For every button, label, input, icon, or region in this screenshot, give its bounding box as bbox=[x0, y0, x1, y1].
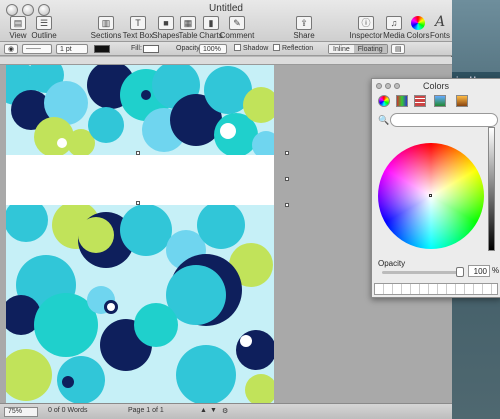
wrap-segmented-control: Inline Floating bbox=[328, 44, 388, 54]
share-icon: ⇪ bbox=[296, 16, 312, 30]
opacity-label: Opacity bbox=[176, 45, 200, 52]
stroke-width-popup[interactable]: 1 pt bbox=[56, 44, 88, 54]
fonts-icon: A bbox=[434, 14, 446, 30]
comment-label: Comment bbox=[219, 31, 255, 40]
fill-color-well[interactable] bbox=[143, 45, 159, 53]
fonts-label: Fonts bbox=[429, 31, 450, 40]
window-title: Untitled bbox=[209, 3, 243, 14]
comment-button[interactable]: ✎ Comment bbox=[219, 16, 255, 40]
line-style-popup[interactable]: ─── bbox=[22, 44, 52, 54]
opacity-percent: % bbox=[492, 266, 500, 275]
sections-label: Sections bbox=[90, 31, 122, 40]
color-palettes-tab-icon[interactable] bbox=[414, 95, 426, 107]
view-label: View bbox=[9, 31, 27, 40]
empty-band bbox=[6, 155, 274, 205]
ruler bbox=[0, 57, 452, 65]
format-bar: ◉ ─── 1 pt Fill: Opacity 100% Shadow Ref… bbox=[0, 42, 452, 56]
fill-label: Fill: bbox=[131, 45, 142, 52]
page-up-button[interactable]: ▲ bbox=[200, 407, 207, 414]
reflection-check bbox=[273, 44, 280, 51]
page-down-button[interactable]: ▼ bbox=[210, 407, 217, 414]
image-palettes-tab-icon[interactable] bbox=[434, 95, 446, 107]
document-page[interactable] bbox=[6, 65, 274, 403]
outline-label: Outline bbox=[31, 31, 57, 40]
comment-icon: ✎ bbox=[229, 16, 245, 30]
shadow-checkbox[interactable]: Shadow bbox=[234, 44, 268, 54]
opacity-input[interactable]: 100 bbox=[468, 265, 490, 277]
styles-popup[interactable]: ◉ bbox=[4, 44, 18, 54]
floral-image-top[interactable] bbox=[6, 65, 274, 155]
text-box-icon: T bbox=[130, 16, 146, 30]
page-indicator: Page 1 of 1 bbox=[128, 407, 164, 414]
reflection-checkbox[interactable]: Reflection bbox=[273, 44, 313, 54]
opacity-label: Opacity bbox=[378, 259, 406, 268]
brightness-slider[interactable] bbox=[488, 127, 495, 251]
selection-handle-right-top[interactable] bbox=[285, 151, 289, 155]
color-wheel-cursor[interactable] bbox=[429, 194, 432, 197]
status-bar: 75% 0 of 0 Words Page 1 of 1 ▲ ▼ ⚙ bbox=[0, 403, 452, 419]
wrap-options-button[interactable]: ▤ bbox=[391, 44, 405, 54]
word-count: 0 of 0 Words bbox=[48, 407, 88, 414]
colors-panel-title: Colors bbox=[422, 81, 449, 91]
zoom-popup[interactable]: 75% bbox=[4, 407, 38, 417]
outline-button[interactable]: ☰ Outline bbox=[26, 16, 62, 40]
fonts-button[interactable]: A Fonts bbox=[422, 14, 458, 40]
view-icon: ▤ bbox=[10, 16, 26, 30]
floral-image-bottom[interactable] bbox=[6, 205, 274, 403]
sections-button[interactable]: ▥ Sections bbox=[88, 16, 124, 40]
selection-handle-top[interactable] bbox=[136, 151, 140, 155]
selection-handle-middle[interactable] bbox=[136, 201, 140, 205]
outline-icon: ☰ bbox=[36, 16, 52, 30]
crayons-tab-icon[interactable] bbox=[456, 95, 468, 107]
sections-icon: ▥ bbox=[98, 16, 114, 30]
opacity-field[interactable]: 100% bbox=[199, 44, 227, 54]
reflection-label: Reflection bbox=[282, 45, 314, 52]
colors-panel: Colors 🔍 Opacity 100 % bbox=[371, 78, 500, 298]
charts-icon: ▮ bbox=[203, 16, 219, 30]
color-swatches[interactable] bbox=[374, 283, 498, 295]
selection-handle-right-bottom[interactable] bbox=[285, 203, 289, 207]
inline-segment[interactable]: Inline bbox=[329, 45, 354, 53]
share-label: Share bbox=[293, 31, 315, 40]
share-button[interactable]: ⇪ Share bbox=[286, 16, 322, 40]
stroke-color-well[interactable] bbox=[94, 45, 110, 53]
floating-segment[interactable]: Floating bbox=[353, 45, 387, 53]
title-toolbar: Untitled ▤ View ☰ Outline ▥ Sections T Text … bbox=[0, 0, 452, 42]
color-wheel[interactable] bbox=[378, 143, 484, 249]
opacity-slider-track[interactable] bbox=[382, 271, 462, 274]
color-search-input[interactable] bbox=[390, 113, 498, 127]
inspector-icon: ⓘ bbox=[358, 16, 374, 30]
opacity-slider-knob[interactable] bbox=[456, 267, 464, 277]
action-gear-icon[interactable]: ⚙ bbox=[222, 407, 228, 415]
shadow-label: Shadow bbox=[243, 45, 269, 52]
color-wheel-tab-icon[interactable] bbox=[378, 95, 390, 107]
selection-handle-right-middle[interactable] bbox=[285, 177, 289, 181]
search-icon: 🔍 bbox=[378, 115, 390, 125]
color-sliders-tab-icon[interactable] bbox=[396, 95, 408, 107]
shadow-check bbox=[234, 44, 241, 51]
